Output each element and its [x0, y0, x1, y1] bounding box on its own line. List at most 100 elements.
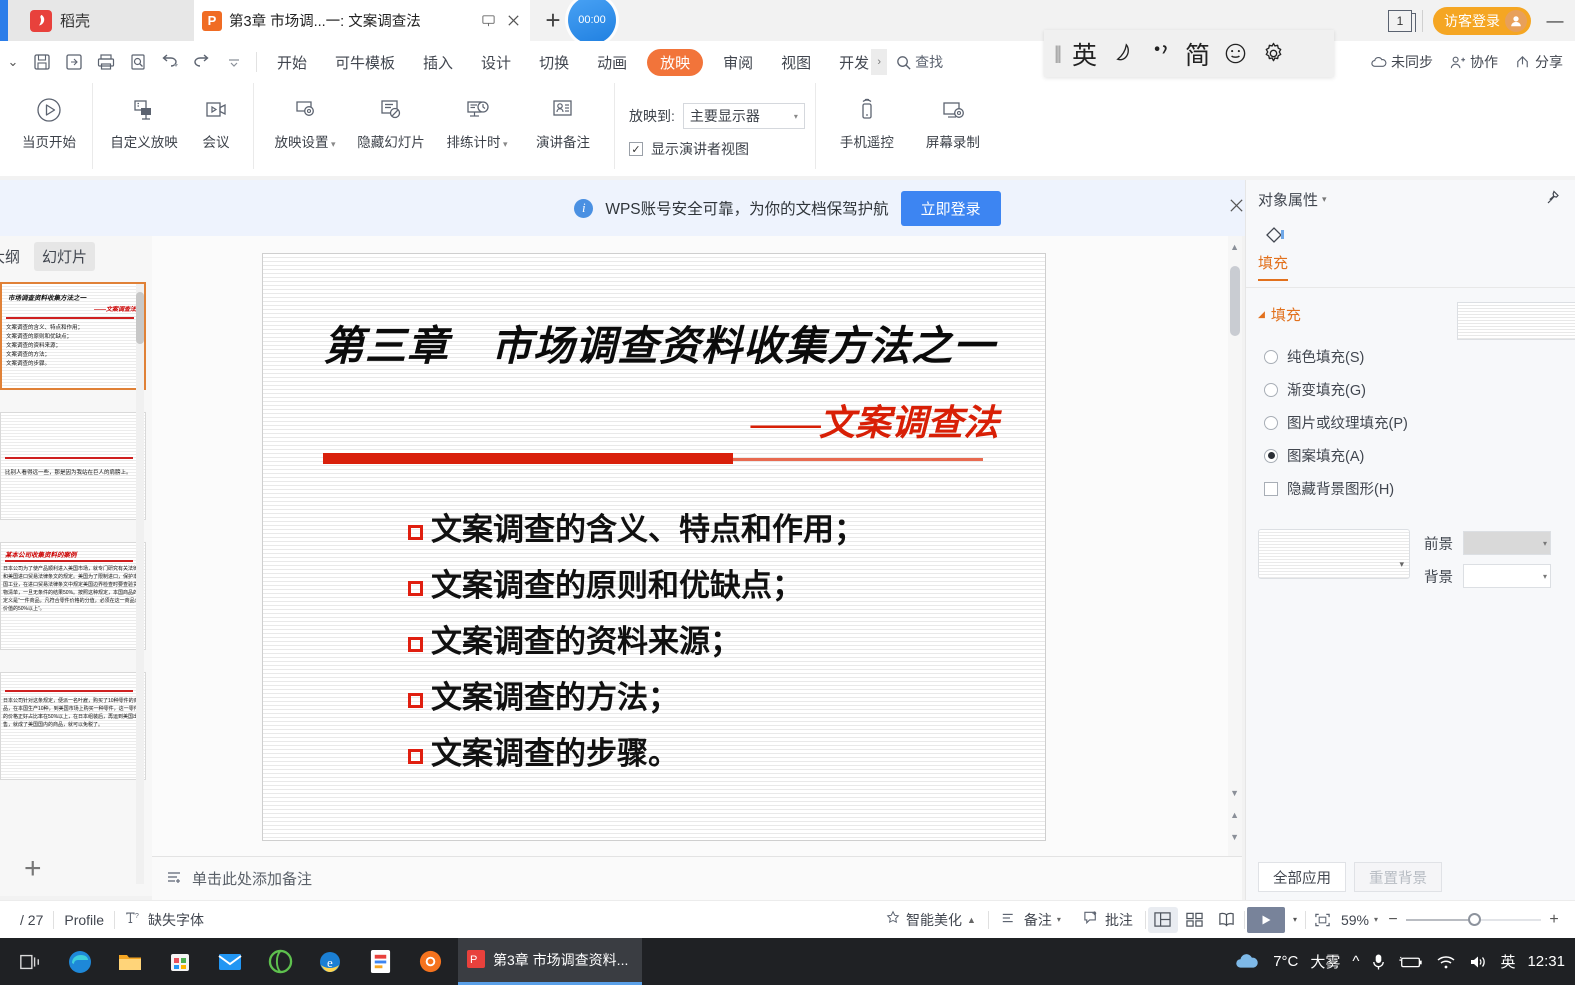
- normal-view-button[interactable]: [1147, 906, 1178, 933]
- radio-solid-fill[interactable]: [1264, 349, 1278, 364]
- window-count-icon[interactable]: 1: [1388, 9, 1416, 32]
- banner-login-button[interactable]: 立即登录: [900, 190, 1001, 226]
- print-preview-icon[interactable]: [122, 47, 154, 77]
- profile-label[interactable]: Profile: [54, 912, 114, 928]
- tab-slideshow[interactable]: 放映: [647, 48, 704, 76]
- guest-login-button[interactable]: 访客登录: [1433, 6, 1531, 35]
- panel-tab-outline[interactable]: 大纲: [0, 242, 28, 271]
- battery-icon[interactable]: [1398, 954, 1424, 970]
- slide-sorter-view-button[interactable]: [1180, 907, 1210, 933]
- microsoft-store-icon[interactable]: [158, 941, 202, 983]
- slide-scrollbar-track[interactable]: ▲ ▼ ▲ ▼: [1228, 236, 1242, 856]
- next-slide-icon[interactable]: ▼: [1230, 832, 1239, 842]
- ime-lang-english[interactable]: 英: [1072, 36, 1097, 72]
- wifi-icon[interactable]: [1436, 954, 1456, 970]
- tray-ime-label[interactable]: 英: [1500, 951, 1515, 972]
- tab-review[interactable]: 审阅: [709, 41, 767, 83]
- zoom-level-button[interactable]: 59% ▾: [1339, 912, 1380, 928]
- slideshow-options-caret-icon[interactable]: ▾: [1287, 915, 1303, 924]
- collaborate-button[interactable]: 协作: [1449, 52, 1498, 72]
- slide-bullet-list[interactable]: 文案调查的含义、特点和作用； 文案调查的原则和优缺点； 文案调查的资料来源； 文…: [408, 504, 1008, 784]
- checkbox-hide-bg-graphics[interactable]: [1264, 481, 1278, 496]
- missing-font-button[interactable]: ? 缺失字体: [115, 910, 214, 930]
- pattern-picker[interactable]: ▾: [1258, 529, 1410, 579]
- radio-picture-fill[interactable]: [1264, 415, 1278, 430]
- fill-section-header[interactable]: ◢ 填充: [1246, 288, 1313, 333]
- save-as-icon[interactable]: [58, 47, 90, 77]
- ime-moon-icon[interactable]: [1110, 41, 1135, 66]
- save-icon[interactable]: [26, 47, 58, 77]
- smart-beautify-button[interactable]: 智能美化 ▲: [875, 910, 986, 930]
- show-settings-button[interactable]: 放映设置 ▾: [262, 87, 348, 151]
- zoom-slider[interactable]: [1406, 913, 1541, 926]
- phone-remote-button[interactable]: 手机遥控: [824, 87, 910, 151]
- current-slide[interactable]: 第三章 市场调查资料收集方法之一 ——文案调查法 文案调查的含义、特点和作用； …: [262, 253, 1046, 841]
- zoom-out-button[interactable]: −: [1382, 911, 1404, 929]
- present-monitor-icon[interactable]: [479, 12, 497, 30]
- sync-status-button[interactable]: 未同步: [1370, 52, 1433, 72]
- hide-slide-button[interactable]: 隐藏幻灯片: [348, 87, 434, 151]
- screen-record-button[interactable]: 屏幕录制: [910, 87, 996, 151]
- banner-close-icon[interactable]: [1228, 197, 1245, 220]
- add-slide-button[interactable]: +: [24, 852, 42, 886]
- custom-show-button[interactable]: 自定义放映: [101, 87, 187, 151]
- tab-start[interactable]: 开始: [263, 41, 321, 83]
- share-button[interactable]: 分享: [1514, 52, 1563, 72]
- notes-pane[interactable]: 单击此处添加备注: [152, 856, 1242, 900]
- ime-punctuation-icon[interactable]: [1148, 41, 1172, 66]
- fill-option-picture-texture[interactable]: 图片或纹理填充(P): [1264, 412, 1575, 433]
- ime-simplified-icon[interactable]: 简: [1185, 36, 1210, 72]
- pattern-preview-dropdown[interactable]: ▾: [1457, 302, 1575, 340]
- meeting-button[interactable]: 会议: [187, 87, 245, 151]
- slide-scrollbar-thumb[interactable]: [1230, 266, 1240, 336]
- previous-slide-icon[interactable]: ▲: [1230, 810, 1239, 820]
- tab-view[interactable]: 视图: [767, 41, 825, 83]
- rehearse-timing-button[interactable]: 排练计时 ▾: [434, 87, 520, 151]
- wps-office-icon[interactable]: [358, 941, 402, 983]
- tab-transition[interactable]: 切换: [525, 41, 583, 83]
- notes-toggle-button[interactable]: 备注 ▾: [991, 910, 1071, 930]
- taskbar-active-app[interactable]: P 第3章 市场调查资料...: [458, 938, 643, 985]
- current-page-start-button[interactable]: 当页开始: [14, 87, 84, 151]
- cloud-icon[interactable]: [1233, 952, 1261, 972]
- projection-select[interactable]: 主要显示器 ▾: [682, 103, 805, 129]
- search-box[interactable]: 查找: [895, 52, 943, 72]
- reading-view-button[interactable]: [1212, 907, 1242, 933]
- sogou-icon[interactable]: [408, 941, 452, 983]
- new-tab-button[interactable]: +: [540, 7, 566, 34]
- thumbnail-slide-4[interactable]: 日本公司针对这条规定，便派一名叶雇，购买了10种零件的商品，在本国生产10种，到…: [0, 672, 146, 780]
- slide-subtitle[interactable]: ——文案调查法: [751, 394, 999, 446]
- internet-explorer-icon[interactable]: e: [308, 941, 352, 983]
- tab-daoke[interactable]: 稻壳: [8, 0, 194, 41]
- fill-option-hide-bg-graphics[interactable]: 隐藏背景图形(H): [1264, 478, 1575, 499]
- scroll-down-icon[interactable]: ▼: [1230, 788, 1239, 798]
- fill-option-solid[interactable]: 纯色填充(S): [1264, 346, 1575, 367]
- more-tabs-chevron-icon[interactable]: ›: [871, 49, 888, 75]
- ime-floating-bar[interactable]: ||| 英 简: [1044, 30, 1334, 77]
- microphone-icon[interactable]: [1371, 952, 1386, 972]
- ime-settings-icon[interactable]: [1261, 41, 1286, 66]
- quick-access-caret-icon[interactable]: ⌄: [0, 54, 26, 70]
- tab-insert[interactable]: 插入: [409, 41, 467, 83]
- presenter-view-row[interactable]: ✓ 显示演讲者视图: [629, 139, 749, 159]
- panel-tab-fill[interactable]: 填充: [1258, 252, 1563, 281]
- volume-icon[interactable]: [1468, 954, 1488, 970]
- redo-icon[interactable]: [186, 47, 218, 77]
- zoom-in-button[interactable]: +: [1543, 911, 1565, 929]
- tab-keniu-template[interactable]: 可牛模板: [321, 41, 409, 83]
- pin-icon[interactable]: [1545, 188, 1563, 211]
- mail-icon[interactable]: [208, 941, 252, 983]
- slide-title[interactable]: 第三章 市场调查资料收集方法之一: [299, 312, 1019, 372]
- apply-all-button[interactable]: 全部应用: [1258, 862, 1346, 892]
- timer-bubble[interactable]: 00:00: [568, 0, 616, 44]
- clock-time[interactable]: 12:31: [1527, 953, 1565, 970]
- speaker-notes-button[interactable]: 演讲备注: [520, 87, 606, 151]
- panel-tab-slides[interactable]: 幻灯片: [34, 241, 96, 271]
- tab-developer[interactable]: 开发: [825, 41, 871, 83]
- tray-overflow-chevron-icon[interactable]: ^: [1352, 953, 1359, 970]
- tab-document[interactable]: P 第3章 市场调...一: 文案调查法: [194, 0, 530, 41]
- file-explorer-icon[interactable]: [108, 941, 152, 983]
- foreground-color-well[interactable]: ▾: [1463, 531, 1551, 555]
- tab-animation[interactable]: 动画: [583, 41, 641, 83]
- minimize-button[interactable]: —: [1541, 11, 1569, 31]
